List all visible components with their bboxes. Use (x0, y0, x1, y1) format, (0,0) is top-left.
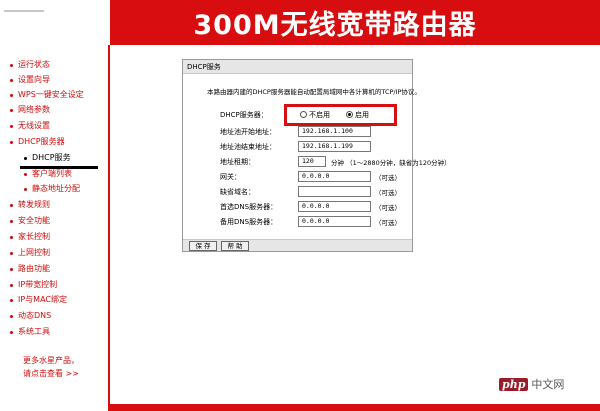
domain-label: 缺省域名： (220, 188, 255, 196)
sidebar-item-ip-mac[interactable]: IP与MAC绑定 (10, 295, 67, 305)
watermark-logo: php (499, 378, 529, 391)
bullet-icon (10, 125, 13, 128)
end-ip-label: 地址池结束地址： (220, 143, 276, 151)
secondary-dns-label: 备用DNS服务器： (220, 218, 278, 226)
panel-title: DHCP服务 (183, 60, 412, 74)
sidebar-item-dhcp[interactable]: DHCP服务器 (10, 137, 65, 147)
radio-enable-label: 启用 (355, 111, 369, 119)
sidebar-item-wizard[interactable]: 设置向导 (10, 75, 50, 85)
bullet-icon (10, 299, 13, 302)
sidebar-item-client-list[interactable]: 客户端列表 (24, 169, 72, 179)
bullet-icon (24, 188, 27, 191)
bullet-icon (10, 315, 13, 318)
bullet-icon (10, 141, 13, 144)
start-ip-input[interactable]: 192.168.1.100 (298, 126, 371, 137)
sidebar-item-forwarding[interactable]: 转发规则 (10, 200, 50, 210)
watermark: php 中文网 (499, 376, 564, 392)
sidebar-item-access-control[interactable]: 上网控制 (10, 248, 50, 258)
bullet-icon (10, 284, 13, 287)
radio-disable-label: 不启用 (309, 111, 330, 119)
logo-mark (4, 10, 44, 12)
logo-area (0, 0, 110, 45)
dhcp-panel: DHCP服务 本路由器内建的DHCP服务器能自动配置局域网中各计算机的TCP/I… (182, 59, 451, 252)
watermark-text: 中文网 (531, 378, 565, 391)
bullet-icon (10, 204, 13, 207)
save-button[interactable]: 保 存 (189, 241, 217, 251)
button-bar: 保 存 帮 助 (183, 239, 412, 251)
secondary-dns-input[interactable]: 0.0.0.0 (298, 216, 371, 227)
sidebar-item-security[interactable]: 安全功能 (10, 216, 50, 226)
optional-note: （可选） (375, 219, 401, 227)
sidebar-item-system-tools[interactable]: 系统工具 (10, 327, 50, 337)
optional-note: （可选） (375, 204, 401, 212)
gateway-label: 网关： (220, 173, 241, 181)
header: 300M无线宽带路由器 (0, 0, 600, 45)
sidebar-item-parental[interactable]: 家长控制 (10, 232, 50, 242)
bullet-icon (10, 79, 13, 82)
sidebar-item-wps[interactable]: WPS一键安全设定 (10, 90, 84, 100)
sidebar-item-dhcp-service[interactable]: DHCP服务 (24, 153, 71, 163)
more-products-text: 更多水星产品， (23, 356, 79, 365)
help-button[interactable]: 帮 助 (221, 241, 249, 251)
footer-bar (110, 404, 600, 411)
bullet-icon (10, 109, 13, 112)
sidebar-item-bandwidth[interactable]: IP带宽控制 (10, 280, 57, 290)
primary-dns-label: 首选DNS服务器： (220, 203, 278, 211)
bullet-icon (10, 252, 13, 255)
radio-disable[interactable] (300, 111, 307, 118)
sidebar-item-ddns[interactable]: 动态DNS (10, 311, 51, 321)
bullet-icon (10, 64, 13, 67)
bullet-icon (10, 94, 13, 97)
bullet-icon (24, 157, 27, 160)
sidebar-item-routing[interactable]: 路由功能 (10, 264, 50, 274)
sidebar: 运行状态 设置向导 WPS一键安全设定 网络参数 无线设置 DHCP服务器 DH… (0, 45, 110, 411)
bullet-icon (10, 236, 13, 239)
panel-description: 本路由器内建的DHCP服务器能自动配置局域网中各计算机的TCP/IP协议。 (207, 88, 421, 96)
bullet-icon (10, 268, 13, 271)
bullet-icon (10, 331, 13, 334)
domain-input[interactable] (298, 186, 371, 197)
bullet-icon (24, 173, 27, 176)
optional-note: （可选） (375, 174, 401, 182)
end-ip-input[interactable]: 192.168.1.199 (298, 141, 371, 152)
radio-enable[interactable] (346, 111, 353, 118)
sidebar-item-static-address[interactable]: 静态地址分配 (24, 184, 80, 194)
more-products-link[interactable]: 请点击查看 >> (23, 368, 79, 379)
optional-note: （可选） (375, 189, 401, 197)
start-ip-label: 地址池开始地址： (220, 128, 276, 136)
header-banner: 300M无线宽带路由器 (110, 0, 600, 45)
sidebar-item-wireless[interactable]: 无线设置 (10, 121, 50, 131)
lease-input[interactable]: 120 (298, 156, 326, 167)
sidebar-item-network[interactable]: 网络参数 (10, 105, 50, 115)
dhcp-server-label: DHCP服务器： (220, 111, 268, 119)
bullet-icon (10, 220, 13, 223)
lease-note: 分钟 （1～2880分钟，缺省为120分钟） (331, 159, 451, 167)
gateway-input[interactable]: 0.0.0.0 (298, 171, 371, 182)
lease-label: 地址租期： (220, 158, 255, 166)
primary-dns-input[interactable]: 0.0.0.0 (298, 201, 371, 212)
page-title: 300M无线宽带路由器 (193, 10, 477, 41)
sidebar-item-status[interactable]: 运行状态 (10, 60, 50, 70)
